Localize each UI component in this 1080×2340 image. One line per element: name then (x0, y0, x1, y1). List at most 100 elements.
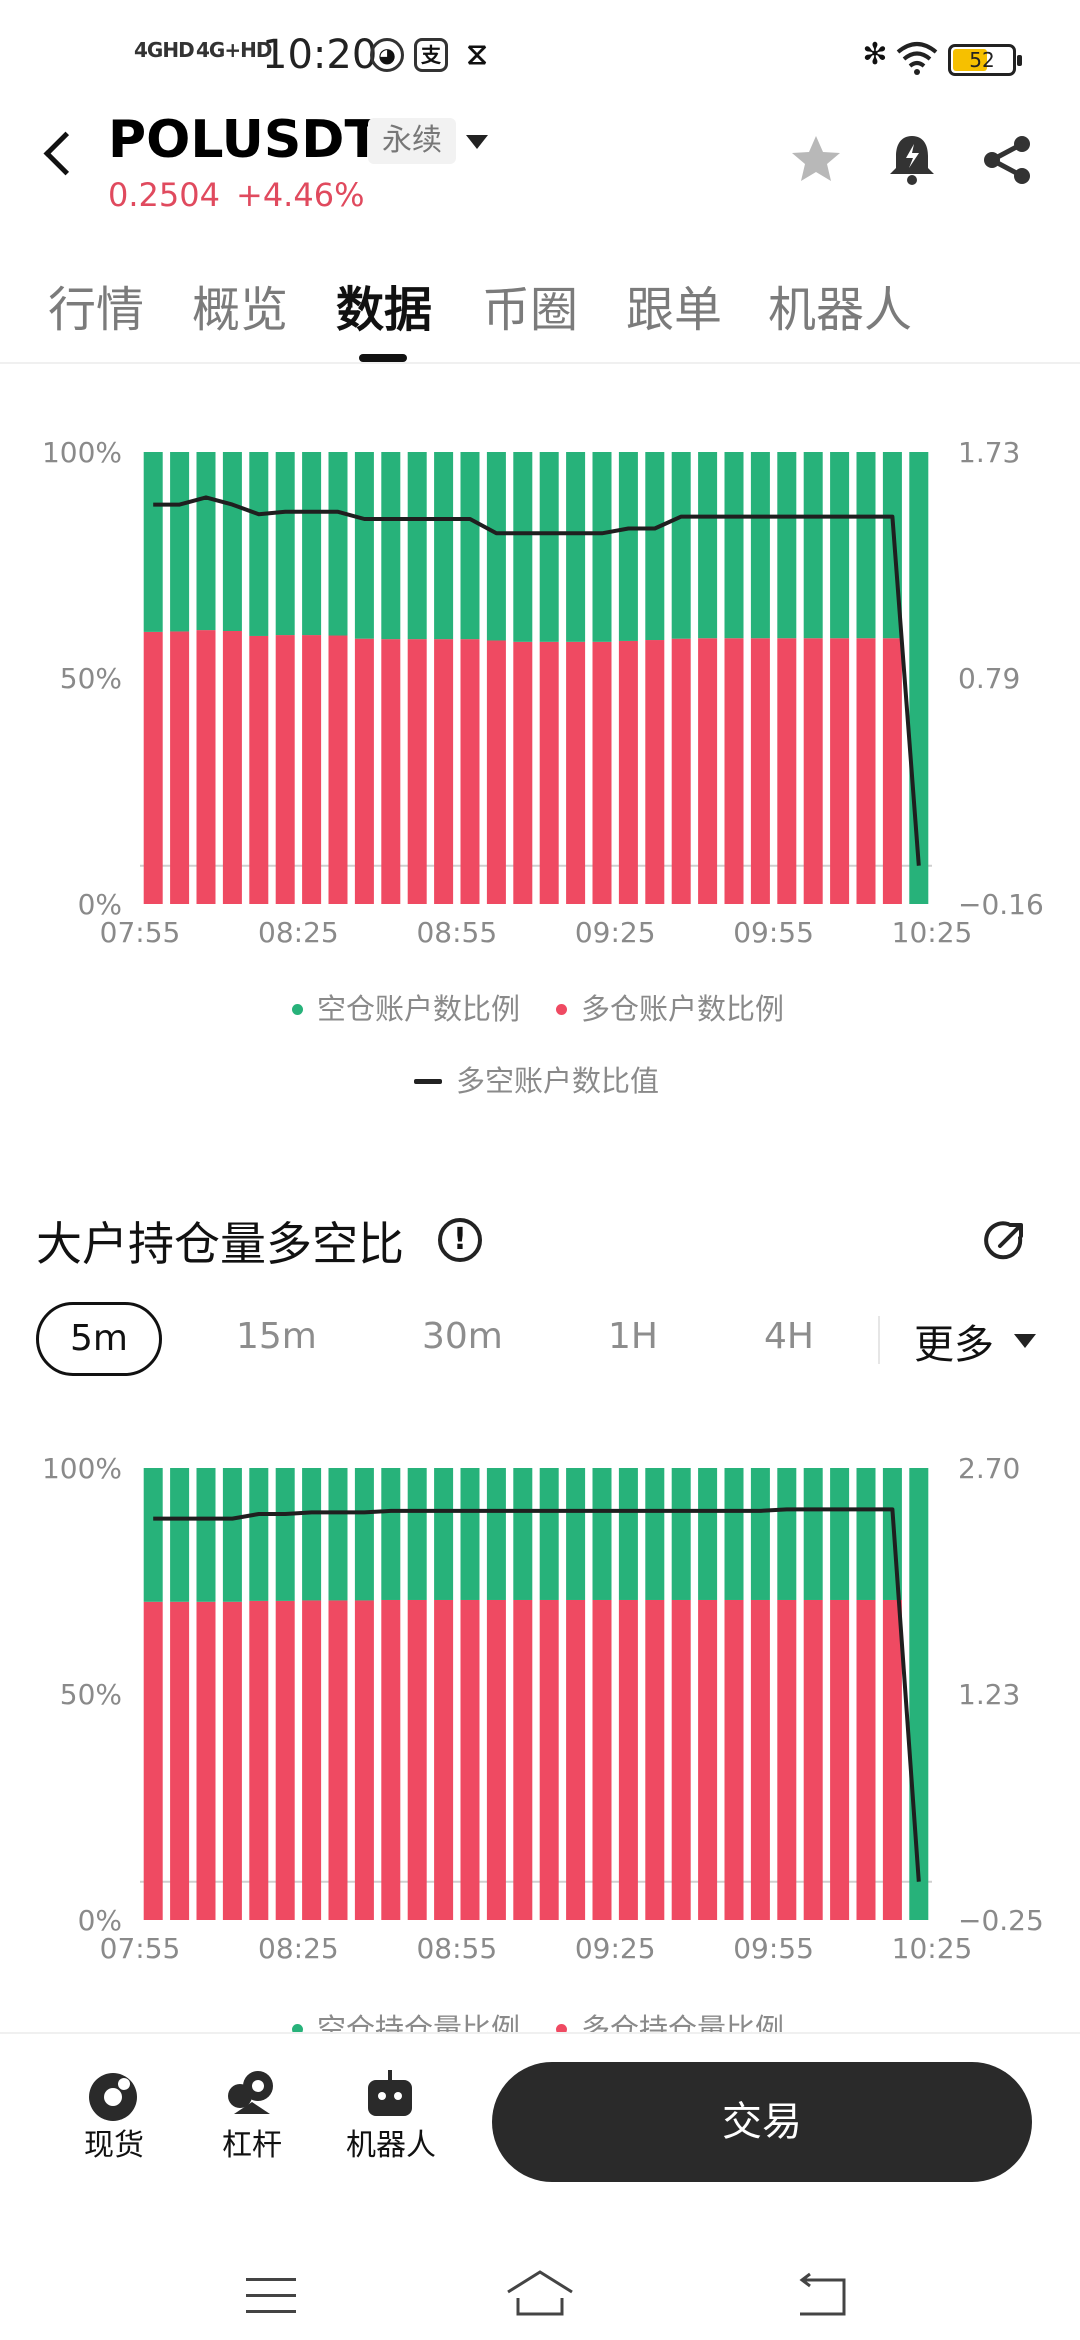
external-link-icon[interactable] (982, 1218, 1028, 1264)
bar-long-15 (539, 641, 559, 904)
margin-icon[interactable] (224, 2068, 280, 2124)
period-15m[interactable]: 15m (236, 1316, 317, 1357)
price-change: +4.46% (236, 176, 365, 214)
spot-icon[interactable] (86, 2070, 140, 2124)
bar-short-22 (724, 1468, 744, 1600)
info-icon[interactable]: ! (438, 1218, 482, 1262)
bar-short-6 (302, 1468, 322, 1601)
period-30m[interactable]: 30m (422, 1316, 503, 1357)
bottom-item-bot[interactable]: 机器人 (346, 2120, 436, 2164)
bar-short-27 (856, 1468, 876, 1600)
bell-icon[interactable] (882, 130, 942, 190)
bar-long-3 (222, 1601, 242, 1920)
x-axis-tick: 09:25 (575, 916, 656, 949)
more-periods-button[interactable]: 更多 (914, 1312, 994, 1370)
left-axis-tick: 100% (42, 436, 122, 469)
tab-copy-trading[interactable]: 跟单 (626, 270, 722, 340)
bar-short-12 (460, 1468, 480, 1600)
bar-short-5 (275, 452, 295, 636)
bar-long-11 (434, 1599, 454, 1920)
period-4h[interactable]: 4H (764, 1316, 814, 1357)
bar-short-10 (407, 1468, 427, 1600)
bar-short-4 (249, 452, 269, 636)
period-separator (878, 1316, 880, 1364)
tab-data[interactable]: 数据 (336, 270, 432, 340)
bar-short-6 (302, 452, 322, 636)
bar-short-11 (434, 452, 454, 640)
wechat-icon: ◕ (370, 38, 404, 72)
tab-overview[interactable]: 概览 (192, 270, 288, 340)
right-axis-tick: 1.73 (958, 436, 1020, 469)
x-axis-tick: 09:55 (733, 916, 814, 949)
bar-long-9 (381, 639, 401, 904)
bar-short-26 (830, 452, 850, 639)
bottom-item-spot[interactable]: 现货 (84, 2120, 144, 2164)
period-1h[interactable]: 1H (608, 1316, 658, 1357)
bar-long-7 (328, 635, 348, 904)
bar-long-20 (671, 1599, 691, 1920)
x-axis-tick: 08:55 (416, 1932, 497, 1965)
chevron-down-icon[interactable] (466, 135, 488, 149)
bar-long-10 (407, 639, 427, 904)
bar-long-8 (354, 638, 374, 904)
x-axis-tick: 08:25 (258, 1932, 339, 1965)
back-icon[interactable] (43, 131, 88, 176)
period-5m[interactable]: 5m (36, 1302, 162, 1376)
bar-long-23 (750, 1599, 770, 1920)
bar-long-14 (513, 641, 533, 904)
network-indicator-1: 4GHD (134, 38, 195, 62)
x-axis-tick: 08:25 (258, 916, 339, 949)
x-axis-tick: 10:25 (892, 916, 973, 949)
trade-button[interactable]: 交易 (492, 2062, 1032, 2182)
bar-long-28 (882, 638, 902, 904)
bar-short-19 (645, 452, 665, 641)
bar-short-16 (566, 1468, 586, 1600)
x-axis-tick: 07:55 (100, 916, 181, 949)
home-icon[interactable] (504, 2268, 576, 2318)
bottom-item-margin[interactable]: 杠杆 (222, 2120, 282, 2164)
bar-long-26 (830, 638, 850, 904)
bar-short-15 (539, 452, 559, 642)
triangle-down-icon[interactable] (1014, 1334, 1036, 1348)
left-axis-tick: 50% (60, 1678, 122, 1711)
bar-short-0 (143, 452, 163, 632)
tab-community[interactable]: 币圈 (482, 270, 578, 340)
bar-long-16 (566, 641, 586, 904)
bar-long-11 (434, 639, 454, 904)
bar-short-12 (460, 452, 480, 640)
symbol-title[interactable]: POLUSDT (108, 110, 380, 170)
alipay-icon: 支 (414, 38, 448, 72)
bar-long-8 (354, 1600, 374, 1920)
bar-long-1 (170, 1601, 190, 1920)
bar-long-2 (196, 1601, 216, 1920)
bar-long-27 (856, 1599, 876, 1920)
bar-short-24 (777, 1468, 797, 1600)
bar-long-21 (698, 638, 718, 904)
bar-short-14 (513, 452, 533, 642)
bar-short-27 (856, 452, 876, 639)
bar-short-23 (750, 1468, 770, 1600)
bar-long-3 (222, 630, 242, 904)
tab-market[interactable]: 行情 (48, 270, 144, 340)
tab-bots[interactable]: 机器人 (768, 270, 912, 340)
wifi-icon (896, 42, 938, 75)
bar-short-7 (328, 1468, 348, 1601)
bar-long-19 (645, 1599, 665, 1920)
bar-long-6 (302, 635, 322, 904)
legend-line (414, 1078, 442, 1084)
menu-icon[interactable] (244, 2276, 298, 2316)
bar-short-25 (803, 1468, 823, 1600)
bar-short-2 (196, 452, 216, 631)
back-nav-icon[interactable] (794, 2272, 850, 2318)
bar-long-27 (856, 638, 876, 904)
legend-dot-red (556, 1003, 567, 1015)
x-axis-tick: 10:25 (892, 1932, 973, 1965)
x-axis-tick: 07:55 (100, 1932, 181, 1965)
star-icon[interactable] (786, 130, 846, 190)
robot-icon[interactable] (362, 2068, 418, 2124)
bar-long-12 (460, 639, 480, 904)
bar-long-2 (196, 630, 216, 904)
bar-long-4 (249, 635, 269, 904)
share-icon[interactable] (978, 130, 1038, 190)
bar-long-13 (486, 1599, 506, 1920)
